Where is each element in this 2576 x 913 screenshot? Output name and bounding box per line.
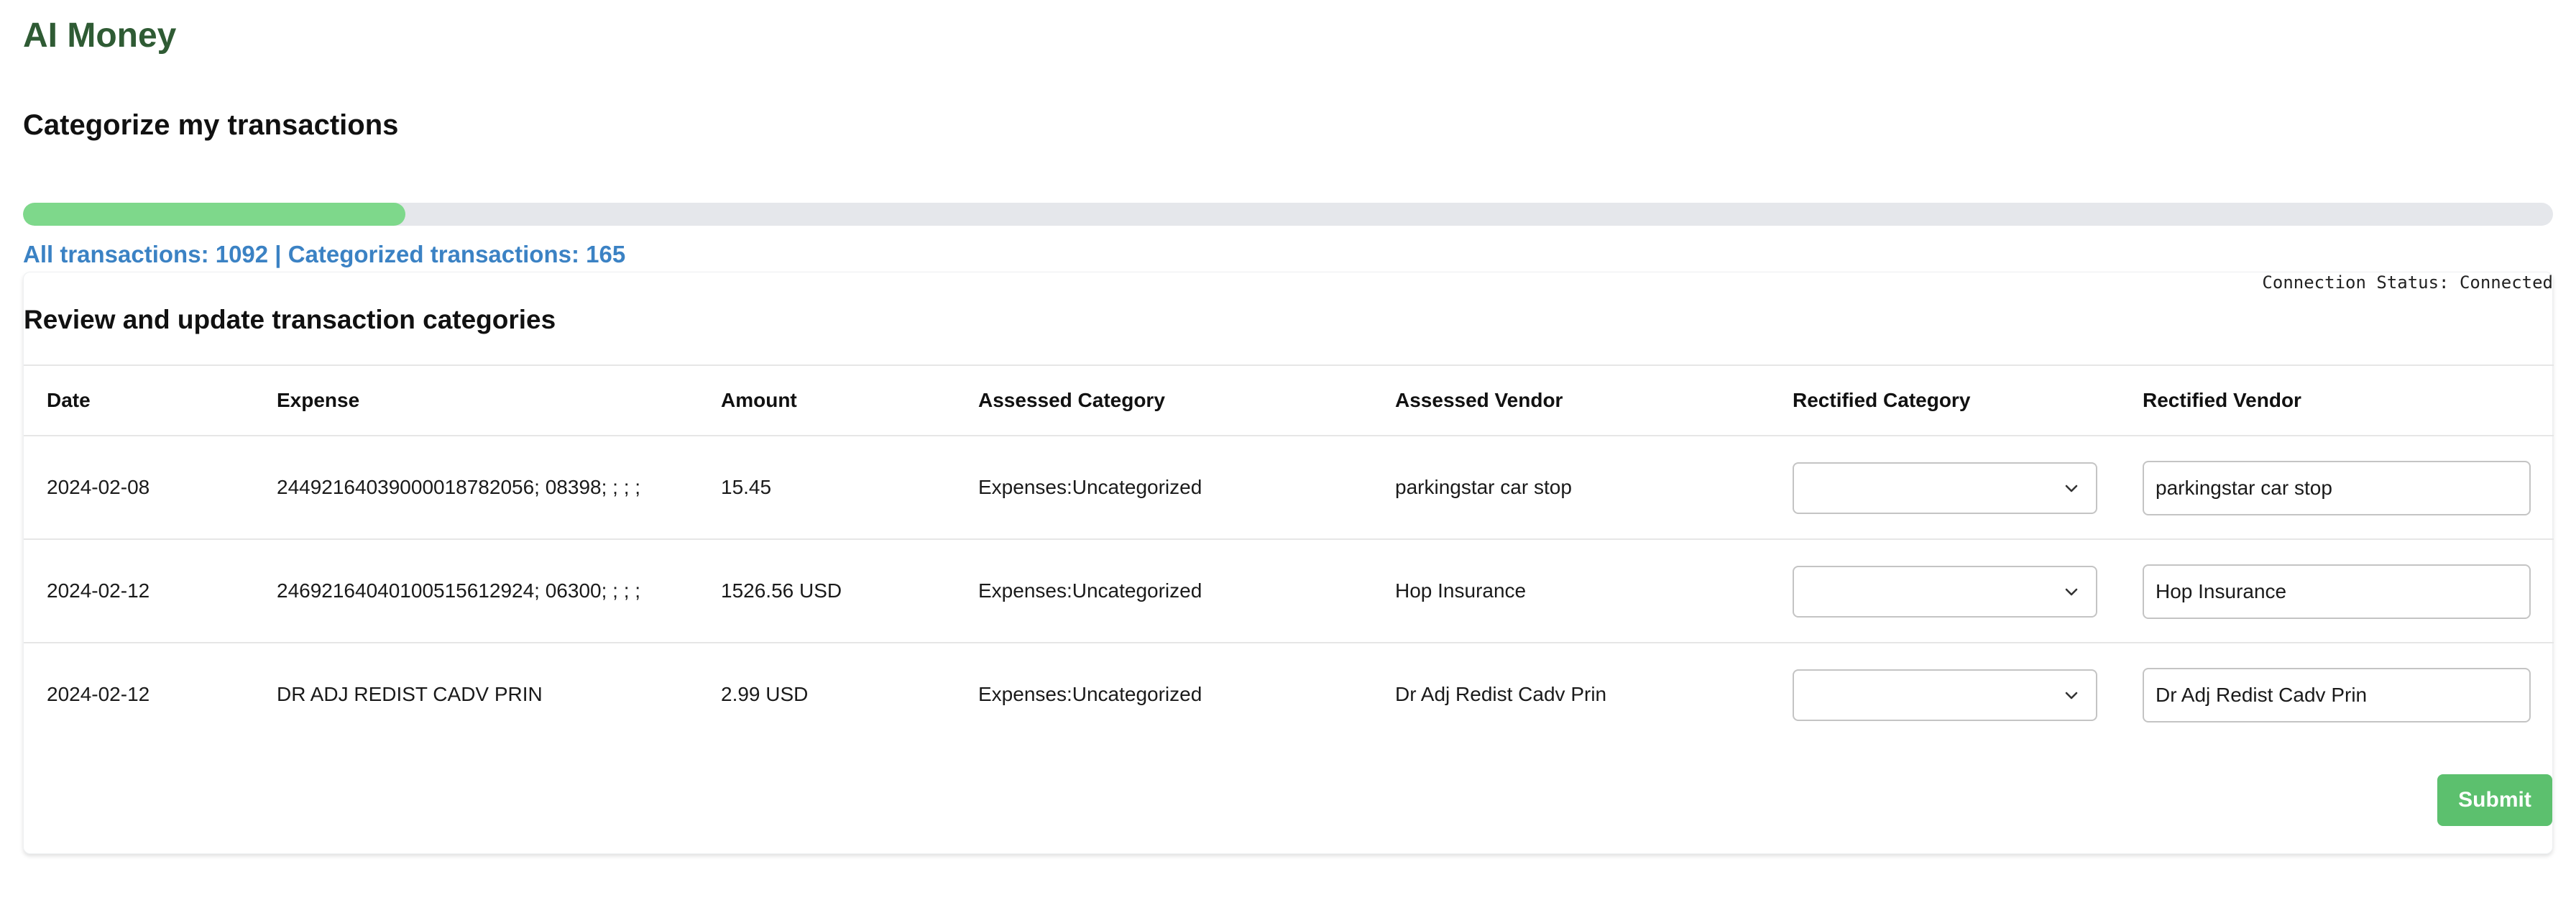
date-cell: 2024-02-12: [47, 683, 150, 705]
chevron-down-icon: [2065, 588, 2078, 596]
chevron-down-icon: [2065, 692, 2078, 699]
connection-status: Connection Status: Connected: [2262, 272, 2553, 293]
column-header-assessed-vendor: Assessed Vendor: [1395, 389, 1563, 411]
amount-cell: 1526.56 USD: [721, 579, 842, 602]
column-header-assessed-category: Assessed Category: [978, 389, 1165, 411]
rectified-category-select[interactable]: [1793, 462, 2097, 514]
rectified-vendor-input[interactable]: [2143, 564, 2531, 619]
column-header-rectified-vendor: Rectified Vendor: [2143, 389, 2301, 411]
page-title: Categorize my transactions: [23, 109, 399, 141]
table-row: 2024-02-12 24692164040100515612924; 0630…: [24, 538, 2554, 642]
expense-cell: 24692164040100515612924; 06300; ; ; ;: [277, 579, 641, 602]
rectified-vendor-input[interactable]: [2143, 461, 2531, 515]
review-card: Review and update transaction categories…: [23, 272, 2554, 854]
review-card-title: Review and update transaction categories: [24, 305, 556, 334]
rectified-vendor-input[interactable]: [2143, 668, 2531, 722]
column-header-date: Date: [47, 389, 91, 411]
chevron-down-icon: [2065, 485, 2078, 492]
assessed-category-cell: Expenses:Uncategorized: [978, 683, 1202, 705]
date-cell: 2024-02-12: [47, 579, 150, 602]
submit-button[interactable]: Submit: [2437, 774, 2552, 826]
date-cell: 2024-02-08: [47, 476, 150, 498]
assessed-vendor-cell: Hop Insurance: [1395, 579, 1527, 602]
app-title: AI Money: [23, 17, 177, 55]
assessed-category-cell: Expenses:Uncategorized: [978, 476, 1202, 498]
progress-bar-fill: [23, 203, 405, 226]
table-header-row: Date Expense Amount Assessed Category As…: [24, 364, 2554, 435]
assessed-vendor-cell: parkingstar car stop: [1395, 476, 1572, 498]
assessed-vendor-cell: Dr Adj Redist Cadv Prin: [1395, 683, 1607, 705]
amount-cell: 15.45: [721, 476, 772, 498]
assessed-category-cell: Expenses:Uncategorized: [978, 579, 1202, 602]
expense-cell: DR ADJ REDIST CADV PRIN: [277, 683, 543, 705]
rectified-category-select[interactable]: [1793, 566, 2097, 618]
table-row: 2024-02-08 24492164039000018782056; 0839…: [24, 435, 2554, 538]
column-header-expense: Expense: [277, 389, 360, 411]
progress-bar: [23, 203, 2553, 226]
transactions-summary: All transactions: 1092 | Categorized tra…: [23, 241, 626, 267]
amount-cell: 2.99 USD: [721, 683, 809, 705]
table-row: 2024-02-12 DR ADJ REDIST CADV PRIN 2.99 …: [24, 642, 2554, 745]
column-header-amount: Amount: [721, 389, 797, 411]
column-header-rectified-category: Rectified Category: [1793, 389, 1971, 411]
expense-cell: 24492164039000018782056; 08398; ; ; ;: [277, 476, 641, 498]
transactions-table: Date Expense Amount Assessed Category As…: [24, 364, 2554, 745]
page: AI Money Categorize my transactions All …: [0, 0, 2576, 913]
rectified-category-select[interactable]: [1793, 669, 2097, 721]
